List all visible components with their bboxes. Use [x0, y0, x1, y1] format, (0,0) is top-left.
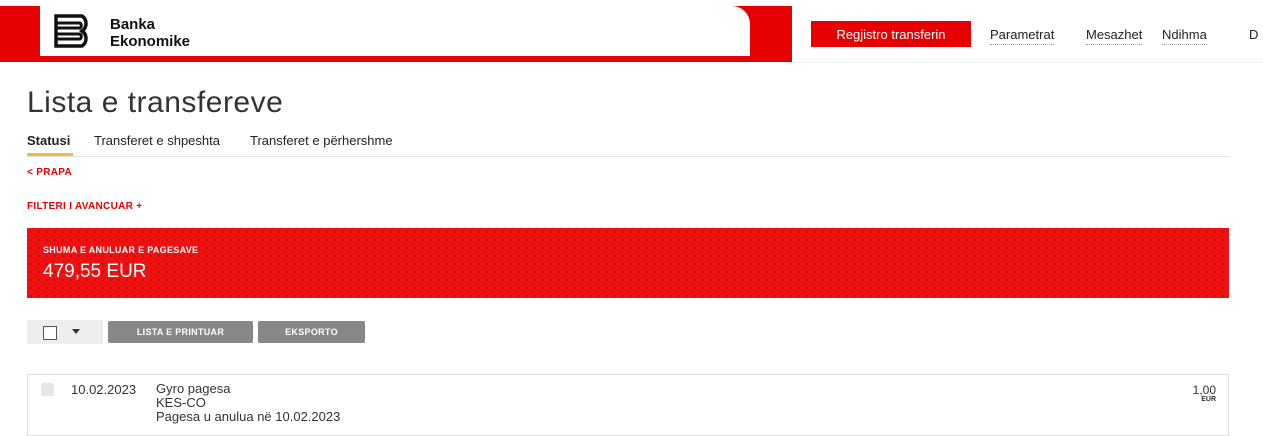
- page-title: Lista e transfereve: [27, 86, 284, 119]
- active-tab-indicator: [27, 153, 73, 156]
- transfer-type: Gyro pagesa: [156, 381, 231, 396]
- select-all-checkbox[interactable]: [43, 326, 57, 340]
- tab-standing-transfers[interactable]: Transferet e përhershme: [250, 133, 393, 148]
- bank-logo-icon: [52, 12, 96, 50]
- brand-name: Banka Ekonomike: [110, 16, 190, 50]
- transfer-status: Pagesa u anulua në 10.02.2023: [156, 409, 341, 424]
- transfer-amount-block: 1,00 EUR: [1193, 384, 1216, 403]
- print-list-button[interactable]: LISTA E PRINTUAR: [108, 321, 253, 343]
- cancelled-total-banner: SHUMA E ANULUAR E PAGESAVE 479,55 EUR: [27, 228, 1229, 298]
- nav-help[interactable]: Ndihma: [1162, 27, 1207, 45]
- transfer-currency: EUR: [1201, 396, 1216, 403]
- back-link[interactable]: < PRAPA: [27, 167, 72, 178]
- bulk-select-dropdown[interactable]: [27, 320, 103, 344]
- tab-bar: Statusi Transferet e shpeshta Transferet…: [27, 130, 1229, 157]
- nav-parameters[interactable]: Parametrat: [990, 27, 1055, 45]
- transfer-amount: 1,00: [1192, 383, 1216, 397]
- brand-line-1: Banka: [110, 16, 156, 33]
- advanced-filter-link[interactable]: FILTERI I AVANCUAR +: [27, 201, 142, 212]
- transfer-row[interactable]: 10.02.2023 Gyro pagesa KES-CO Pagesa u a…: [27, 374, 1229, 436]
- transfer-payee: KES-CO: [156, 395, 206, 410]
- nav-messages[interactable]: Mesazhet: [1086, 27, 1143, 45]
- chevron-down-icon[interactable]: [72, 329, 80, 334]
- register-transfer-button[interactable]: Regjistro transferin: [811, 21, 971, 47]
- tab-status[interactable]: Statusi: [27, 133, 70, 148]
- export-button[interactable]: EKSPORTO: [258, 321, 365, 343]
- transfer-details: Gyro pagesa KES-CO Pagesa u anulua në 10…: [156, 382, 340, 424]
- brand-line-2: Ekonomike: [110, 33, 191, 50]
- transfer-date: 10.02.2023: [71, 382, 137, 397]
- cancelled-total-amount: 479,55 EUR: [43, 261, 147, 282]
- tab-frequent-transfers[interactable]: Transferet e shpeshta: [94, 133, 220, 148]
- nav-truncated[interactable]: D: [1249, 27, 1258, 44]
- row-checkbox[interactable]: [41, 383, 54, 396]
- cancelled-total-label: SHUMA E ANULUAR E PAGESAVE: [43, 245, 199, 255]
